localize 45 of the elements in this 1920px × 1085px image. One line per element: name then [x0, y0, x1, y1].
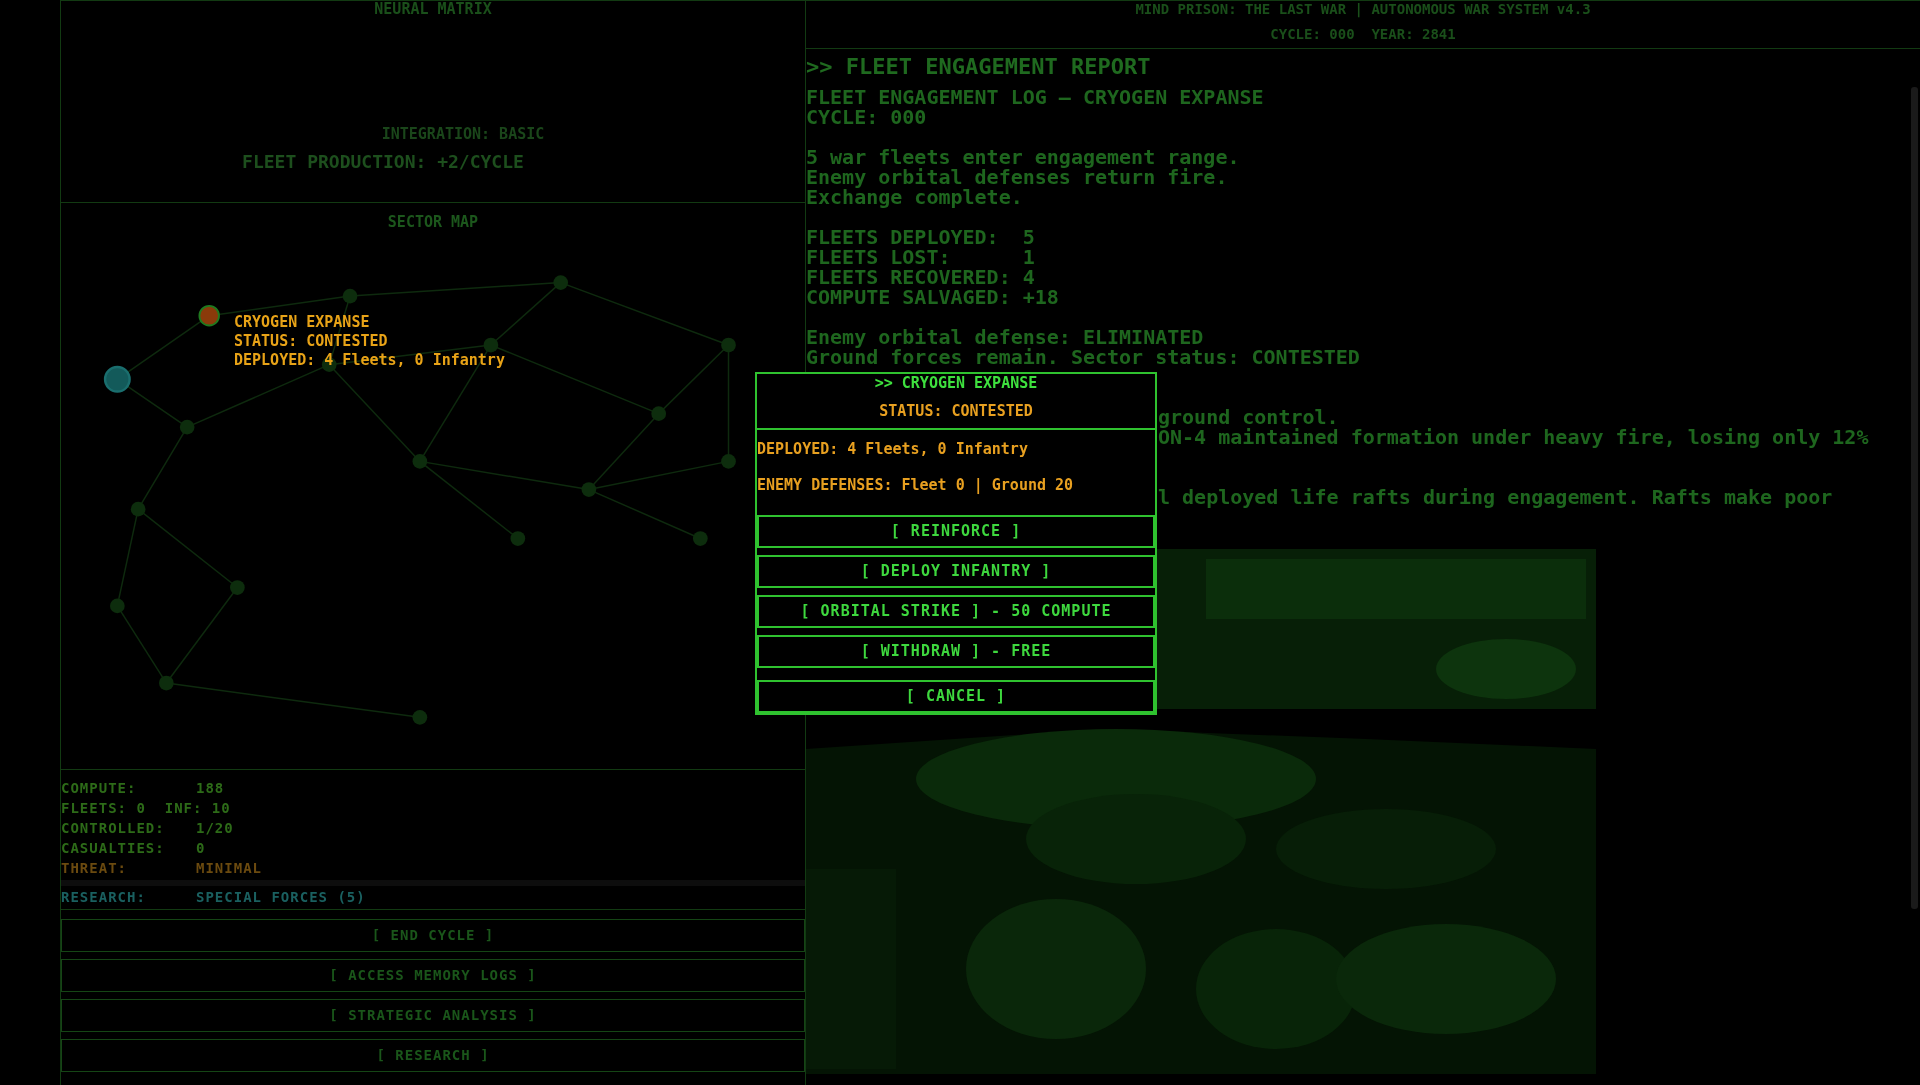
stat-label: RESEARCH:: [61, 888, 147, 907]
dialog-action-button[interactable]: [ ORBITAL STRIKE ] - 50 COMPUTE: [757, 595, 1155, 628]
map-tooltip-line: DEPLOYED: 4 Fleets, 0 Infantry: [234, 351, 505, 370]
dialog-action-button[interactable]: [ REINFORCE ]: [757, 515, 1155, 548]
stat-label: THREAT:: [61, 858, 128, 878]
log-line: Enemy orbital defenses return fire.: [806, 167, 1228, 187]
dialog-detail: ENEMY DEFENSES: Fleet 0 | Ground 20: [757, 476, 1075, 495]
integration-text: INTEGRATION: BASIC: [381, 124, 545, 145]
stat-label: CONTROLLED:: [61, 818, 166, 838]
map-tooltip-line: CRYOGEN EXPANSE: [234, 313, 371, 332]
panel-title: SECTOR MAP: [387, 212, 479, 233]
log-line: COMPUTE SALVAGED: +18: [806, 287, 1060, 307]
log-line: Exchange complete.: [806, 187, 1024, 207]
stat-value: 188: [196, 778, 225, 798]
stat-value: 0: [196, 838, 206, 858]
dialog-title: >> CRYOGEN EXPANSE: [874, 374, 1038, 392]
dialog-status: STATUS: CONTESTED: [879, 402, 1033, 420]
dialog-action-button[interactable]: [ WITHDRAW ] - FREE: [757, 635, 1155, 668]
log-line: Enemy orbital defense: ELIMINATED: [806, 327, 1205, 347]
log-line: FLEETS DEPLOYED: 5: [806, 227, 1036, 247]
log-line: ON-4 maintained formation under heavy fire, losing only 12%: [1158, 427, 1870, 447]
stat-label: CASUALTIES:: [61, 838, 166, 858]
log-line: 5 war fleets enter engagement range.: [806, 147, 1241, 167]
stat-value: 1/20: [196, 818, 234, 838]
dialog-action-button[interactable]: [ CANCEL ]: [757, 680, 1155, 713]
app-title: MIND PRISON: THE LAST WAR | AUTONOMOUS WAR SYSTEM v4.3: [1135, 1, 1591, 17]
log-line: l deployed life rafts during engagement. Rafts make poor: [1158, 487, 1834, 507]
fleet-production-text: FLEET PRODUCTION: +2/CYCLE: [242, 149, 524, 174]
cycle-year-text: CYCLE: 000 YEAR: 2841: [1270, 26, 1456, 42]
dialog-detail: DEPLOYED: 4 Fleets, 0 Infantry: [757, 440, 1029, 459]
log-line: ground control.: [1158, 407, 1340, 427]
report-heading: >> FLEET ENGAGEMENT REPORT: [806, 54, 1152, 80]
stat-text: FLEETS: 0 INF: 10: [61, 798, 231, 818]
log-line: FLEETS RECOVERED: 4: [806, 267, 1036, 287]
log-line: CYCLE: 000: [806, 107, 928, 127]
panel-title: NEURAL MATRIX: [374, 1, 492, 17]
scrollbar[interactable]: [1911, 87, 1918, 909]
stat-label: COMPUTE:: [61, 778, 138, 798]
log-line: Ground forces remain. Sector status: CONTESTED: [806, 347, 1361, 367]
log-line: FLEETS LOST: 1: [806, 247, 1036, 267]
stat-value: MINIMAL: [196, 858, 262, 878]
map-tooltip-line: STATUS: CONTESTED: [234, 332, 389, 351]
log-line: FLEET ENGAGEMENT LOG — CRYOGEN EXPANSE: [806, 87, 1265, 107]
dialog-action-button[interactable]: [ DEPLOY INFANTRY ]: [757, 555, 1155, 588]
stat-value: SPECIAL FORCES (5): [196, 888, 366, 907]
